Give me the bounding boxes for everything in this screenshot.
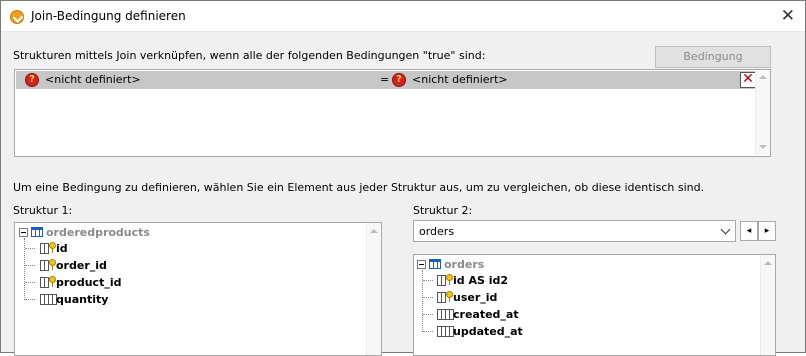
key-column-icon xyxy=(446,291,453,302)
key-column-icon xyxy=(446,274,453,285)
tree-item-field[interactable]: id AS id2 xyxy=(453,274,508,287)
previous-structure-button[interactable]: ◂ xyxy=(740,221,758,241)
error-question-icon: ? xyxy=(25,73,39,87)
tree-item-field[interactable]: id xyxy=(56,242,68,255)
column-icon xyxy=(437,292,446,303)
scroll-down-icon[interactable] xyxy=(759,145,767,149)
key-column-icon xyxy=(49,259,56,270)
conditions-list[interactable]: ? <nicht definiert> = ? <nicht definiert… xyxy=(14,69,771,157)
scroll-up-icon[interactable] xyxy=(764,261,772,265)
tree-root-orders[interactable]: orders xyxy=(444,258,484,271)
structure2-select[interactable]: orders xyxy=(413,220,736,242)
title-bar: Join-Bedingung definieren ✕ xyxy=(1,1,805,32)
structure2-label: Struktur 2: xyxy=(413,204,473,217)
delete-condition-button[interactable]: ✕ xyxy=(740,72,756,88)
column-icon xyxy=(40,243,49,254)
conditions-label: Strukturen mittels Join verknüpfen, wenn… xyxy=(13,49,486,62)
structure2-scrollbar[interactable] xyxy=(760,255,775,355)
tree-item-field[interactable]: product_id xyxy=(56,276,121,289)
tree-root-orderedproducts[interactable]: orderedproducts xyxy=(46,226,150,239)
tree-item-field[interactable]: order_id xyxy=(56,259,107,272)
error-question-icon: ? xyxy=(392,73,406,87)
structure2-tree[interactable]: orders id AS id2 user_id created_at upda… xyxy=(413,254,776,356)
structure1-label: Struktur 1: xyxy=(13,204,73,217)
condition-left-operand[interactable]: <nicht definiert> xyxy=(45,73,141,86)
tree-item-field[interactable]: user_id xyxy=(453,291,497,304)
table-icon xyxy=(31,227,43,237)
scroll-up-icon[interactable] xyxy=(759,75,767,79)
collapse-icon[interactable] xyxy=(19,228,28,237)
condition-operator: = xyxy=(380,73,390,86)
next-structure-button[interactable]: ▸ xyxy=(758,221,776,241)
chevron-down-icon[interactable] xyxy=(720,224,731,235)
table-icon xyxy=(429,259,441,269)
conditions-scrollbar[interactable] xyxy=(755,71,770,155)
structure1-scrollbar[interactable] xyxy=(366,223,381,355)
tree-item-field[interactable]: updated_at xyxy=(453,325,523,338)
column-icon xyxy=(437,275,446,286)
app-logo-icon xyxy=(10,10,24,24)
key-column-icon xyxy=(49,242,56,253)
structure1-tree[interactable]: orderedproducts id order_id product_id q… xyxy=(14,222,382,356)
condition-row[interactable]: ? <nicht definiert> = ? <nicht definiert… xyxy=(16,71,760,89)
structure2-selected-value: orders xyxy=(419,225,455,238)
add-condition-button[interactable]: Bedingung hinzufügen xyxy=(655,46,771,83)
close-button[interactable]: ✕ xyxy=(781,6,795,26)
column-icon xyxy=(40,260,49,271)
join-condition-dialog: Join-Bedingung definieren ✕ Strukturen m… xyxy=(0,0,806,356)
tree-item-field[interactable]: quantity xyxy=(56,293,108,306)
scroll-up-icon[interactable] xyxy=(370,229,378,233)
tree-item-field[interactable]: created_at xyxy=(453,308,519,321)
collapse-icon[interactable] xyxy=(417,260,426,269)
window-title: Join-Bedingung definieren xyxy=(31,9,186,23)
key-column-icon xyxy=(49,276,56,287)
column-icon xyxy=(40,277,49,288)
condition-right-operand[interactable]: <nicht definiert> xyxy=(412,73,508,86)
help-text: Um eine Bedingung zu definieren, wählen … xyxy=(13,181,705,194)
